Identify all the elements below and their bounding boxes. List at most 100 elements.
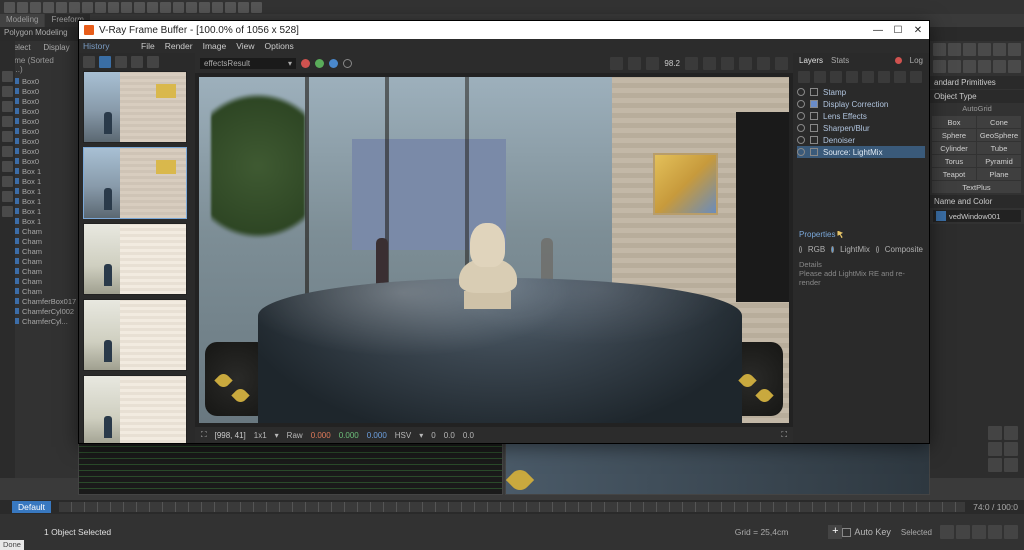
chevron-down-icon[interactable] [685,57,698,70]
tb-icon[interactable] [173,2,184,13]
vt-icon[interactable] [2,86,13,97]
history-settings-icon[interactable] [83,56,95,68]
primitive-teapot[interactable]: Teapot [932,168,976,180]
channel-dropdown[interactable]: effectsResult▾ [200,58,296,69]
stop-icon[interactable] [757,57,770,70]
viewport-shaded[interactable] [505,441,930,495]
maximize-button[interactable]: ☐ [892,25,904,36]
tb-icon[interactable] [147,2,158,13]
layer-visibility-icon[interactable] [797,148,805,156]
menu-view[interactable]: View [232,41,258,51]
history-save-icon[interactable] [99,56,111,68]
add-time-tag[interactable]: + [828,525,842,539]
menu-render[interactable]: Render [161,41,197,51]
layer-visibility-icon[interactable] [797,100,805,108]
pan-icon[interactable] [988,442,1002,456]
tb-icon[interactable] [134,2,145,13]
layer-visibility-icon[interactable] [797,136,805,144]
tb-icon[interactable] [17,2,28,13]
red-channel-toggle[interactable] [301,59,310,68]
create-tab-icon[interactable] [933,43,946,56]
menu-icon[interactable] [910,71,922,83]
tb-icon[interactable] [186,2,197,13]
layer-visibility-icon[interactable] [797,124,805,132]
blue-channel-toggle[interactable] [329,59,338,68]
auto-key-check[interactable] [842,528,851,537]
display-tab-icon[interactable] [993,43,1006,56]
viewport-wireframe[interactable] [78,441,503,495]
fov-icon[interactable] [988,458,1002,472]
space-warps-icon[interactable] [1008,60,1021,73]
utilities-tab-icon[interactable] [1008,43,1021,56]
goto-start-icon[interactable] [940,525,954,539]
menu-image[interactable]: Image [199,41,231,51]
sample-scale[interactable]: 1x1 [254,431,267,440]
details-header[interactable]: Details [799,260,923,269]
render-last-icon[interactable] [703,57,716,70]
layer-row[interactable]: Sharpen/Blur [797,122,925,134]
tab-modeling[interactable]: Modeling [0,14,44,27]
vt-icon[interactable] [2,146,13,157]
vt-icon[interactable] [2,101,13,112]
tb-icon[interactable] [95,2,106,13]
layer-row[interactable]: Stamp [797,86,925,98]
minimize-button[interactable]: — [872,25,884,36]
value-mode[interactable]: Raw [287,431,303,440]
layer-row[interactable]: Source: LightMix [797,146,925,158]
shapes-icon[interactable] [948,60,961,73]
vt-icon[interactable] [2,161,13,172]
redo-icon[interactable] [862,71,874,83]
bookmark-default[interactable]: Default [12,501,51,513]
primitive-torus[interactable]: Torus [932,155,976,167]
vt-icon[interactable] [2,176,13,187]
vt-icon[interactable] [2,131,13,142]
zoom-all-icon[interactable] [1004,426,1018,440]
start-render-teapot-icon[interactable] [775,57,788,70]
layer-row[interactable]: Lens Effects [797,110,925,122]
pan-icon[interactable] [646,57,659,70]
zoom-icon[interactable] [988,426,1002,440]
tb-icon[interactable] [43,2,54,13]
tab-stats[interactable]: Stats [831,56,849,65]
menu-file[interactable]: File [137,41,159,51]
history-ab-icon[interactable] [115,56,127,68]
key-filter-label[interactable]: Selected [901,528,932,537]
primitive-plane[interactable]: Plane [977,168,1021,180]
layer-enable-check[interactable] [810,112,818,120]
primitive-cylinder[interactable]: Cylinder [932,142,976,154]
primitive-geosphere[interactable]: GeoSphere [977,129,1021,141]
aspect-icon[interactable] [610,57,623,70]
maximize-icon[interactable] [1004,458,1018,472]
tab-log[interactable]: Log [910,56,923,65]
history-thumb[interactable] [83,147,187,219]
add-layer-icon[interactable] [798,71,810,83]
autogrid-check[interactable]: AutoGrid [930,103,1024,114]
vt-icon[interactable] [2,116,13,127]
motion-tab-icon[interactable] [978,43,991,56]
tb-icon[interactable] [4,2,15,13]
orbit-icon[interactable] [1004,442,1018,456]
radio-composite[interactable] [876,246,879,253]
expand-icon[interactable]: ⛶ [781,430,787,440]
vt-icon[interactable] [2,71,13,82]
close-button[interactable]: ✕ [912,25,924,36]
history-delete-icon[interactable] [131,56,143,68]
vfb-titlebar[interactable]: V-Ray Frame Buffer - [100.0% of 1056 x 5… [79,21,929,39]
render-image[interactable] [199,77,789,423]
next-frame-icon[interactable] [988,525,1002,539]
tb-icon[interactable] [212,2,223,13]
folder-icon[interactable] [814,71,826,83]
play-icon[interactable] [972,525,986,539]
green-channel-toggle[interactable] [315,59,324,68]
cameras-icon[interactable] [978,60,991,73]
display-btn[interactable]: Display [43,43,69,52]
layer-visibility-icon[interactable] [797,88,805,96]
primitive-cone[interactable]: Cone [977,116,1021,128]
tb-icon[interactable] [56,2,67,13]
radio-rgb[interactable] [799,246,802,253]
color-swatch[interactable] [936,211,946,221]
geometry-icon[interactable] [933,60,946,73]
tb-icon[interactable] [160,2,171,13]
goto-end-icon[interactable] [1004,525,1018,539]
tb-icon[interactable] [69,2,80,13]
